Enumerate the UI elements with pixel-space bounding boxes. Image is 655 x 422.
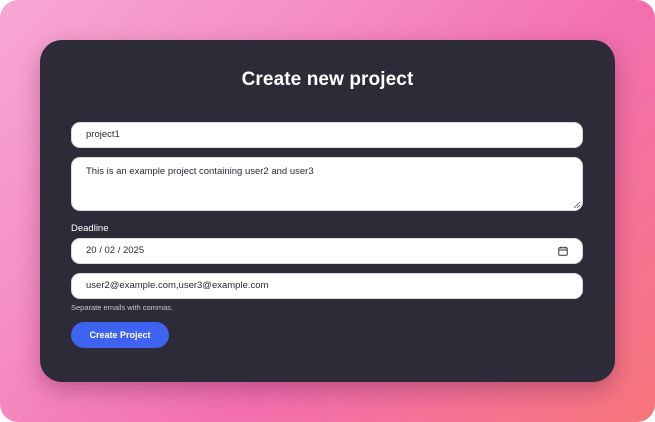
description-text: This is an example project containing us…	[86, 166, 314, 177]
calendar-icon[interactable]	[558, 246, 568, 256]
deadline-value: 20 / 02 / 2025	[86, 245, 145, 256]
create-project-button[interactable]: Create Project	[71, 322, 169, 348]
deadline-date-input[interactable]: 20 / 02 / 2025	[71, 238, 583, 264]
project-name-input[interactable]: project1	[71, 122, 583, 148]
page-background: Create new project project1 This is an e…	[0, 0, 655, 422]
description-textarea[interactable]: This is an example project containing us…	[71, 157, 583, 211]
page-title: Create new project	[241, 69, 414, 90]
emails-hint: Separate emails with commas.	[71, 303, 174, 312]
deadline-label: Deadline	[71, 223, 109, 234]
resize-handle-icon[interactable]	[573, 201, 580, 208]
member-emails-input[interactable]: user2@example.com,user3@example.com	[71, 273, 583, 299]
create-project-card: Create new project project1 This is an e…	[40, 40, 615, 382]
